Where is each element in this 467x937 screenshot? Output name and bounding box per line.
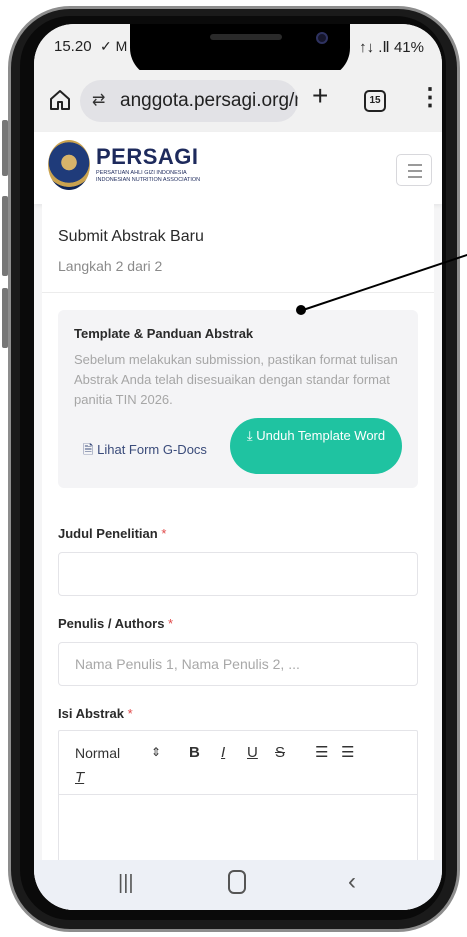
annotation-arrow — [296, 253, 467, 315]
